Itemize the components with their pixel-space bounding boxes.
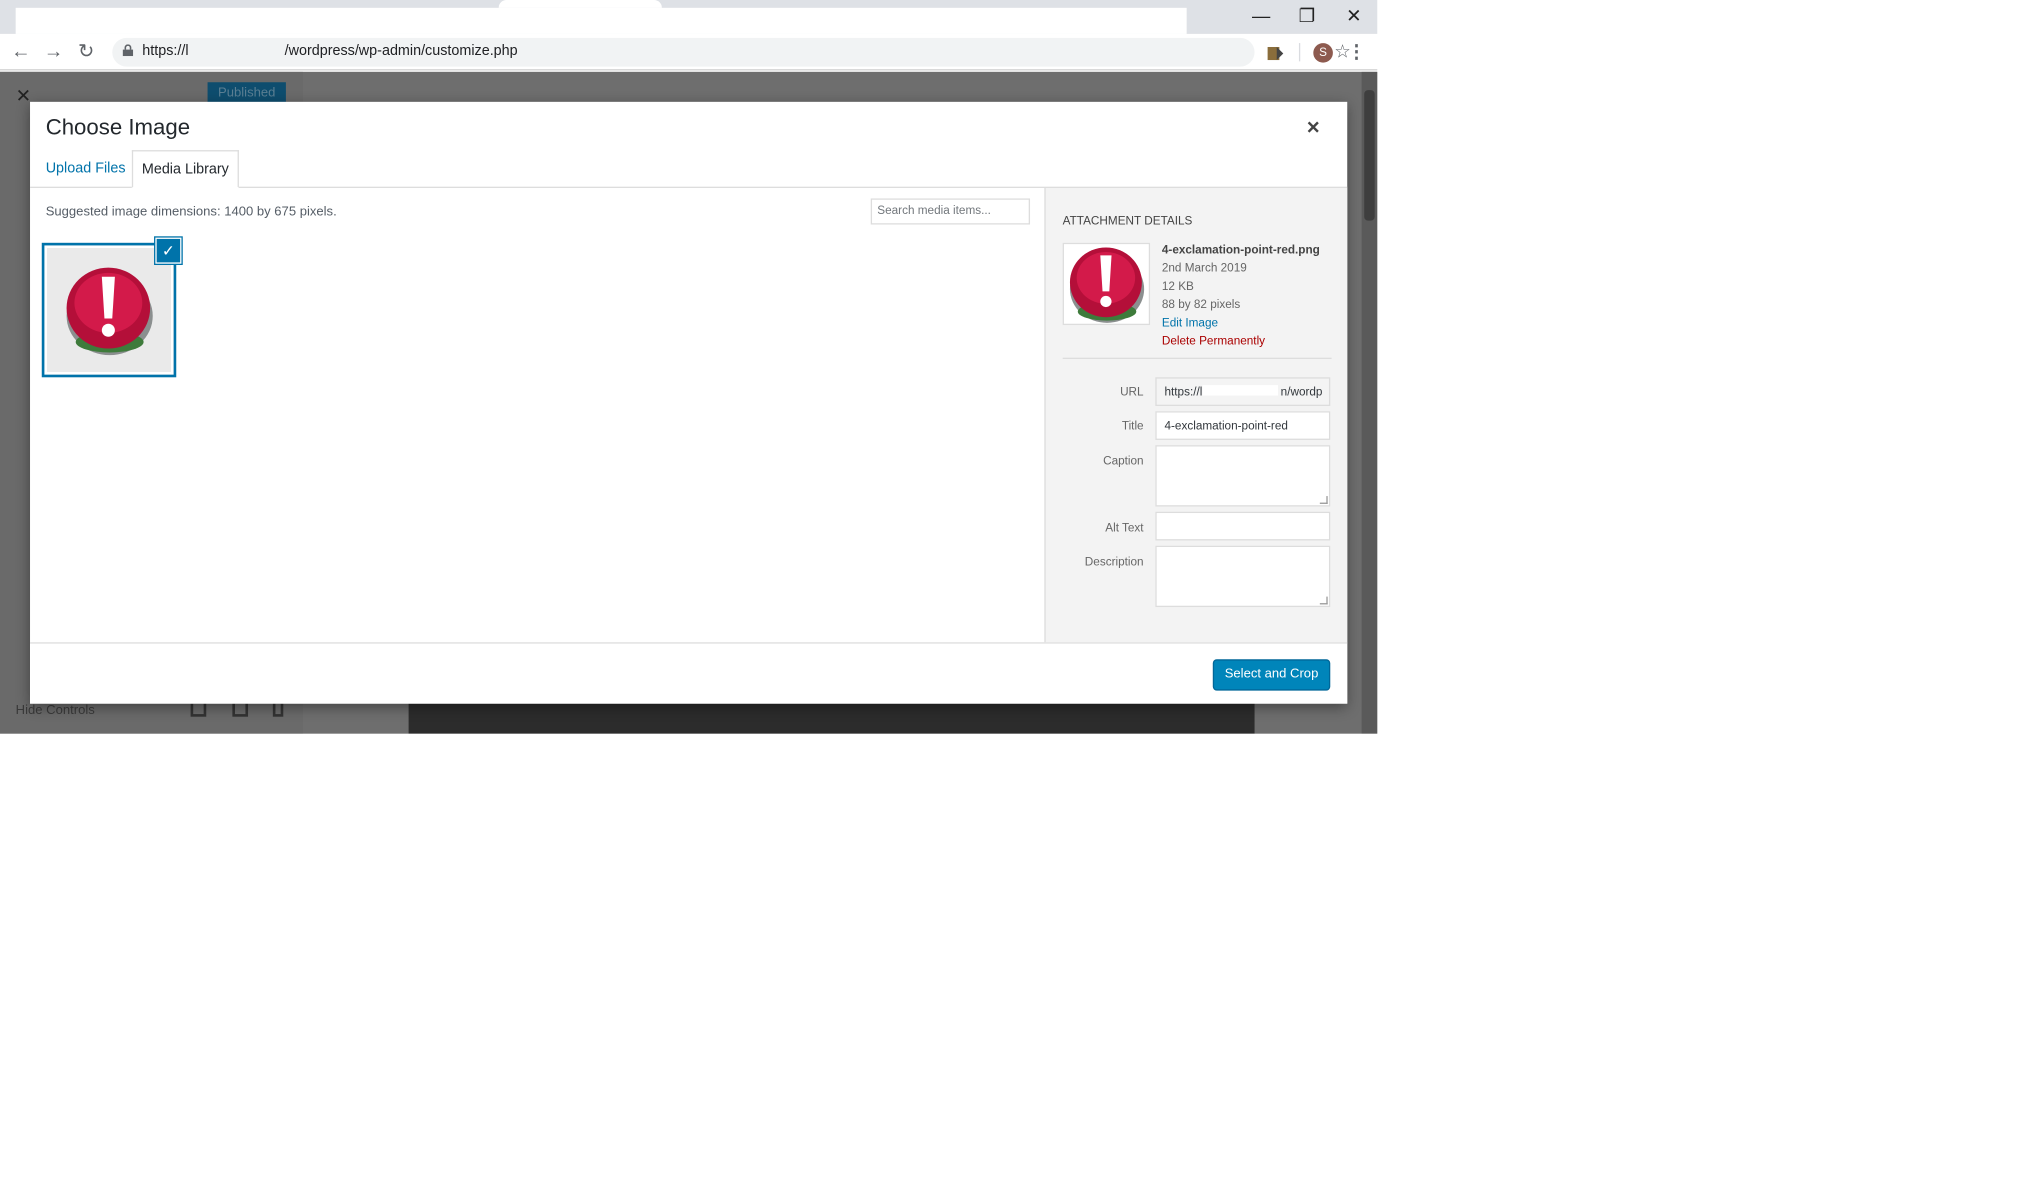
description-textarea[interactable] xyxy=(1155,545,1331,608)
select-and-crop-button[interactable]: Select and Crop xyxy=(1212,659,1331,691)
edit-image-link[interactable]: Edit Image xyxy=(1162,313,1320,331)
url-field-suffix: n/wordp xyxy=(1280,385,1323,399)
alt-text-field[interactable] xyxy=(1155,511,1331,541)
attachment-filename: 4-exclamation-point-red.png xyxy=(1161,242,1320,256)
alt-text-label: Alt Text xyxy=(1105,520,1144,534)
attachment-details-heading: Attachment Details xyxy=(1062,214,1193,228)
caption-textarea[interactable] xyxy=(1155,445,1331,507)
modal-close-icon[interactable]: × xyxy=(1307,115,1320,141)
title-field[interactable]: 4-exclamation-point-red xyxy=(1155,411,1331,440)
preview-footer xyxy=(408,698,1255,734)
browser-tab[interactable] xyxy=(498,0,662,8)
description-label: Description xyxy=(1084,554,1144,568)
reload-button[interactable]: ↻ xyxy=(73,39,99,65)
resize-handle[interactable] xyxy=(1319,496,1328,504)
window-close-button[interactable]: ✕ xyxy=(1330,3,1377,29)
minimize-button[interactable]: — xyxy=(1238,3,1285,29)
selected-checkmark-icon[interactable]: ✓ xyxy=(155,237,182,264)
exclamation-point-icon xyxy=(1069,247,1145,323)
forward-button[interactable]: → xyxy=(40,39,66,65)
back-button[interactable]: ← xyxy=(8,39,34,65)
extension-icon[interactable] xyxy=(1266,43,1284,61)
url-prefix: https://l xyxy=(142,43,189,59)
url-field-prefix: https://l xyxy=(1164,385,1203,399)
attachment-dimensions: 88 by 82 pixels xyxy=(1161,297,1241,311)
profile-avatar[interactable]: S xyxy=(1313,43,1333,63)
browser-menu-icon[interactable]: ⋮ xyxy=(1347,40,1365,62)
browser-tab-strip xyxy=(15,7,1187,34)
suggested-dimensions: Suggested image dimensions: 1400 by 675 … xyxy=(45,204,337,220)
customizer-close-icon: ✕ xyxy=(15,84,31,106)
lock-icon xyxy=(122,44,134,57)
modal-footer: Select and Crop xyxy=(30,642,1348,704)
page-scrollbar-thumb[interactable] xyxy=(1364,90,1375,221)
page-scrollbar[interactable] xyxy=(1361,71,1378,734)
title-label: Title xyxy=(1121,419,1144,433)
browser-title-bar: — ❐ ✕ xyxy=(0,0,1378,34)
tab-media-library[interactable]: Media Library xyxy=(131,150,239,188)
browser-toolbar: ← → ↻ https://l /wordpress/wp-admin/cust… xyxy=(0,33,1378,71)
attachment-size: 12 KB xyxy=(1161,279,1194,293)
choose-image-modal: Choose Image × Upload Files Media Librar… xyxy=(30,101,1348,704)
attachment-preview xyxy=(1062,242,1151,326)
address-bar[interactable]: https://l /wordpress/wp-admin/customize.… xyxy=(112,37,1351,67)
attachment-date: 2nd March 2019 xyxy=(1161,261,1247,275)
attachment-details-panel: Attachment Details 4-exclamation-point-r… xyxy=(1044,187,1348,643)
search-media-input[interactable]: Search media items... xyxy=(870,198,1031,225)
attachment-divider xyxy=(1062,357,1332,360)
url-field[interactable]: https://l n/wordp xyxy=(1155,377,1331,407)
modal-title: Choose Image xyxy=(45,114,191,140)
url-path: /wordpress/wp-admin/customize.php xyxy=(284,43,518,59)
tab-upload-files[interactable]: Upload Files xyxy=(46,161,126,177)
hide-controls-label: Hide Controls xyxy=(15,703,95,719)
toolbar-separator xyxy=(1298,43,1301,62)
url-redaction xyxy=(1202,385,1279,396)
caption-label: Caption xyxy=(1103,454,1144,468)
attachment-info: 4-exclamation-point-red.png 2nd March 20… xyxy=(1162,240,1320,350)
restore-button[interactable]: ❐ xyxy=(1283,3,1330,29)
delete-permanently-link[interactable]: Delete Permanently xyxy=(1162,332,1320,350)
url-label: URL xyxy=(1120,385,1144,399)
resize-handle[interactable] xyxy=(1319,596,1328,605)
exclamation-point-icon xyxy=(66,267,153,356)
